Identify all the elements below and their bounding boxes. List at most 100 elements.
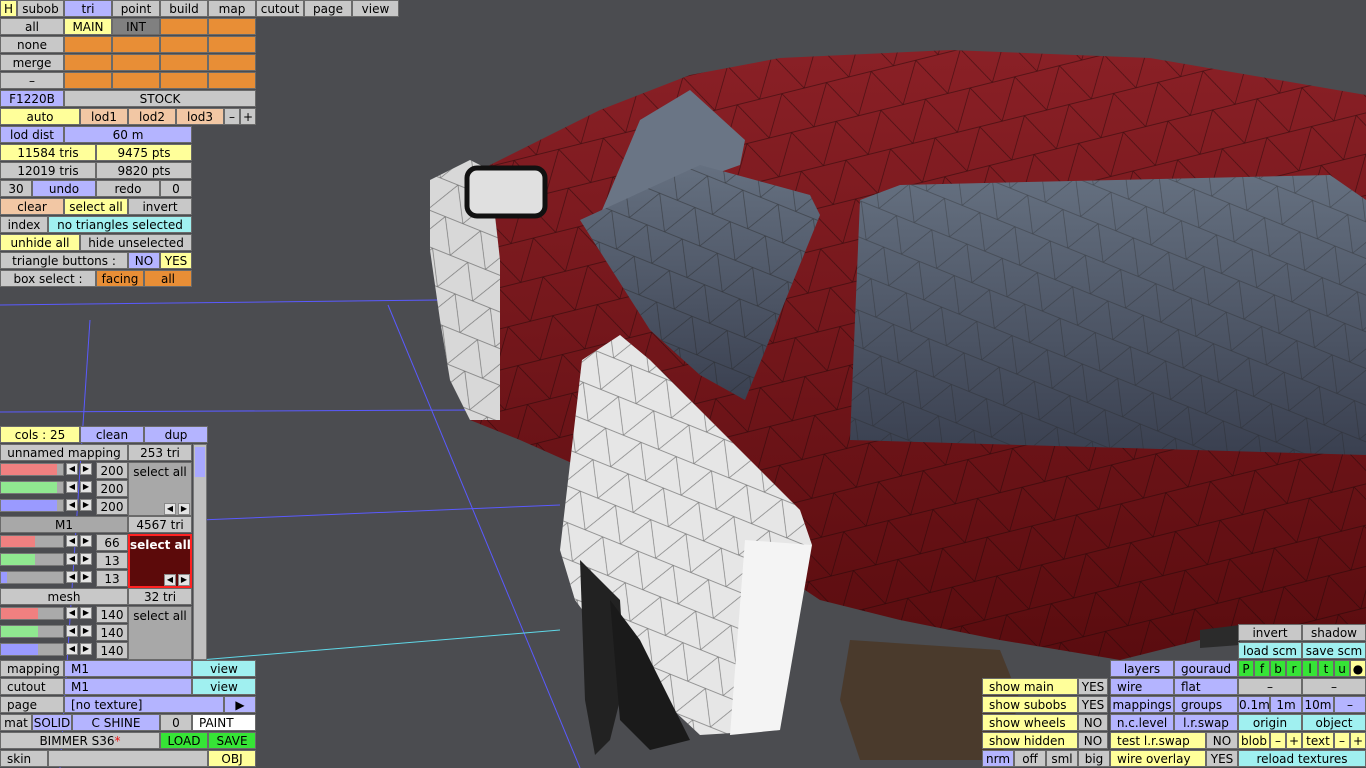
box-select-facing[interactable]: facing	[96, 270, 144, 287]
cols-setting[interactable]: cols : 25	[0, 426, 80, 443]
tab-tri[interactable]: tri	[64, 0, 112, 17]
show-hidden-toggle[interactable]: show hidden	[982, 732, 1078, 749]
blue-slider[interactable]	[0, 643, 64, 656]
flag-b-toggle[interactable]: b	[1270, 660, 1286, 677]
decrement-arrow-icon[interactable]: ◀	[66, 463, 78, 475]
show-subobs-toggle[interactable]: show subobs	[982, 696, 1078, 713]
show-wheels-toggle[interactable]: show wheels	[982, 714, 1078, 731]
reload-textures-button[interactable]: reload textures	[1238, 750, 1366, 767]
minus-button[interactable]: –	[1238, 678, 1302, 695]
grid-1m-button[interactable]: 1m	[1270, 696, 1302, 713]
save-button[interactable]: SAVE	[208, 732, 256, 749]
layers-button[interactable]: layers	[1110, 660, 1174, 677]
nc-level-button[interactable]: n.c.level	[1110, 714, 1174, 731]
big-button[interactable]: big	[1078, 750, 1110, 767]
tab-map[interactable]: map	[208, 0, 256, 17]
layer-slot[interactable]	[112, 54, 160, 71]
decrement-arrow-icon[interactable]: ◀	[66, 643, 78, 655]
green-slider[interactable]	[0, 481, 64, 494]
layer-slot[interactable]	[64, 36, 112, 53]
text-minus-button[interactable]: –	[1334, 732, 1350, 749]
solid-button[interactable]: SOLID	[32, 714, 72, 731]
green-slider[interactable]	[0, 625, 64, 638]
next-arrow-icon[interactable]: ▶	[178, 574, 190, 586]
mapping-scrollbar[interactable]	[193, 444, 207, 660]
increment-arrow-icon[interactable]: ▶	[80, 553, 92, 565]
model-code[interactable]: F1220B	[0, 90, 64, 107]
dot-toggle-icon[interactable]: ●	[1350, 660, 1366, 677]
flag-t-toggle[interactable]: t	[1318, 660, 1334, 677]
lod3-button[interactable]: lod3	[176, 108, 224, 125]
select-none-button[interactable]: none	[0, 36, 64, 53]
decrement-arrow-icon[interactable]: ◀	[66, 481, 78, 493]
mapping-view-button[interactable]: view	[192, 660, 256, 677]
select-all-tris-button[interactable]: select all	[64, 198, 128, 215]
off-button[interactable]: off	[1014, 750, 1046, 767]
page-next-arrow-icon[interactable]: ▶	[224, 696, 256, 713]
mappings-button[interactable]: mappings	[1110, 696, 1174, 713]
layer-slot[interactable]	[208, 18, 256, 35]
select-all-button[interactable]: all	[0, 18, 64, 35]
unhide-all-button[interactable]: unhide all	[0, 234, 80, 251]
main-layer-button[interactable]: MAIN	[64, 18, 112, 35]
increment-arrow-icon[interactable]: ▶	[80, 463, 92, 475]
layer-slot[interactable]	[64, 54, 112, 71]
h-toggle-button[interactable]: H	[0, 0, 17, 17]
increment-arrow-icon[interactable]: ▶	[80, 607, 92, 619]
index-button[interactable]: index	[0, 216, 48, 233]
red-slider[interactable]	[0, 607, 64, 620]
increment-arrow-icon[interactable]: ▶	[80, 625, 92, 637]
grid-10m-button[interactable]: 10m	[1302, 696, 1334, 713]
tab-point[interactable]: point	[112, 0, 160, 17]
show-wheels-value[interactable]: NO	[1078, 714, 1108, 731]
gouraud-button[interactable]: gouraud	[1174, 660, 1238, 677]
tab-build[interactable]: build	[160, 0, 208, 17]
layer-slot[interactable]	[208, 36, 256, 53]
tab-view[interactable]: view	[352, 0, 399, 17]
text-button[interactable]: text	[1302, 732, 1334, 749]
wire-button[interactable]: wire	[1110, 678, 1174, 695]
lod-auto-button[interactable]: auto	[0, 108, 80, 125]
flag-r-toggle[interactable]: r	[1286, 660, 1302, 677]
flat-button[interactable]: flat	[1174, 678, 1238, 695]
dup-button[interactable]: dup	[144, 426, 208, 443]
cutout-value[interactable]: M1	[64, 678, 192, 695]
layer-slot[interactable]	[208, 72, 256, 89]
layer-slot[interactable]	[208, 54, 256, 71]
skin-value[interactable]	[48, 750, 208, 767]
shadow-button[interactable]: shadow	[1302, 624, 1366, 641]
obj-button[interactable]: OBJ	[208, 750, 256, 767]
mapping-select-all-button[interactable]: select all	[128, 606, 192, 660]
test-lr-swap-button[interactable]: test l.r.swap	[1110, 732, 1206, 749]
lod2-button[interactable]: lod2	[128, 108, 176, 125]
save-scm-button[interactable]: save scm	[1302, 642, 1366, 659]
increment-arrow-icon[interactable]: ▶	[80, 481, 92, 493]
layer-slot[interactable]	[160, 36, 208, 53]
undo-button[interactable]: undo	[32, 180, 96, 197]
prev-arrow-icon[interactable]: ◀	[164, 503, 176, 515]
increment-arrow-icon[interactable]: ▶	[80, 535, 92, 547]
lod-plus-button[interactable]: +	[240, 108, 256, 125]
nrm-button[interactable]: nrm	[982, 750, 1014, 767]
decrement-arrow-icon[interactable]: ◀	[66, 607, 78, 619]
scrollbar-thumb[interactable]	[195, 447, 205, 477]
decrement-arrow-icon[interactable]: ◀	[66, 553, 78, 565]
tab-subob[interactable]: subob	[17, 0, 64, 17]
box-select-all[interactable]: all	[144, 270, 192, 287]
layer-slot[interactable]	[64, 72, 112, 89]
triangle-buttons-no[interactable]: NO	[128, 252, 160, 269]
increment-arrow-icon[interactable]: ▶	[80, 571, 92, 583]
layer-slot[interactable]	[160, 54, 208, 71]
lod1-button[interactable]: lod1	[80, 108, 128, 125]
mapping-name[interactable]: M1	[0, 516, 128, 533]
tab-page[interactable]: page	[304, 0, 352, 17]
clear-button[interactable]: clear	[0, 198, 64, 215]
origin-button[interactable]: origin	[1238, 714, 1302, 731]
decrement-arrow-icon[interactable]: ◀	[66, 625, 78, 637]
test-lr-swap-value[interactable]: NO	[1206, 732, 1238, 749]
decrement-arrow-icon[interactable]: ◀	[66, 571, 78, 583]
mapping-value[interactable]: M1	[64, 660, 192, 677]
show-main-value[interactable]: YES	[1078, 678, 1108, 695]
increment-arrow-icon[interactable]: ▶	[80, 499, 92, 511]
decrement-arrow-icon[interactable]: ◀	[66, 499, 78, 511]
